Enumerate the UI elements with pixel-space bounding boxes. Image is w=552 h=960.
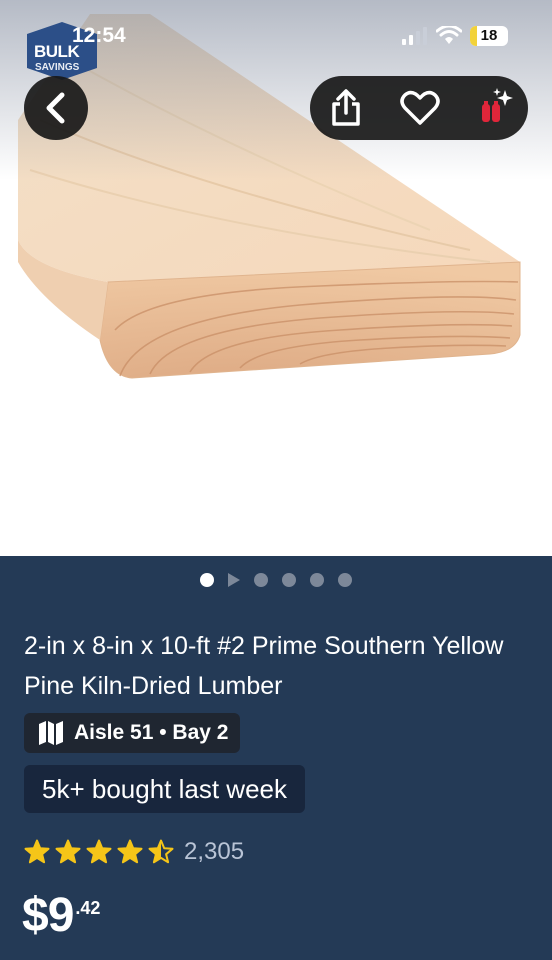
image-carousel-indicator (0, 572, 552, 588)
star-icon (55, 839, 81, 864)
battery-level: 18 (480, 27, 498, 44)
carousel-dot[interactable] (310, 573, 324, 587)
rating-stars (24, 839, 174, 865)
bought-last-week-text: 5k+ bought last week (42, 773, 287, 804)
star-icon (24, 839, 50, 864)
carousel-dot[interactable] (200, 573, 214, 587)
share-icon (332, 89, 360, 126)
star-icon (86, 839, 112, 864)
bought-last-week-badge: 5k+ bought last week (24, 765, 305, 813)
review-count[interactable]: 2,305 (184, 838, 244, 866)
ai-assistant-button[interactable] (462, 76, 526, 140)
share-button[interactable] (314, 76, 378, 140)
product-title: 2-in x 8-in x 10-ft #2 Prime Southern Ye… (24, 632, 504, 700)
map-icon (39, 721, 63, 745)
status-time: 12:54 (72, 24, 126, 47)
status-icons: 18 (402, 26, 508, 46)
rating-row[interactable]: 2,305 (24, 838, 244, 866)
carousel-dot[interactable] (254, 573, 268, 587)
signal-icon (402, 27, 427, 45)
favorite-button[interactable] (388, 76, 452, 140)
badge-line2: SAVINGS (35, 62, 80, 73)
battery-icon: 18 (470, 26, 508, 46)
star-icon (117, 839, 143, 864)
carousel-dot[interactable] (282, 573, 296, 587)
sparkle-icon (482, 88, 513, 122)
chevron-left-icon (46, 92, 65, 124)
heart-icon (400, 90, 440, 125)
wifi-icon (436, 26, 462, 44)
aisle-location-chip[interactable]: Aisle 51 • Bay 2 (24, 713, 241, 753)
carousel-dot[interactable] (338, 573, 352, 587)
price-dollars: $9 (22, 889, 74, 942)
product-actions (310, 76, 528, 140)
price-cents: .42 (75, 898, 101, 918)
price: $9 .42 (22, 884, 100, 948)
star-icon (148, 839, 174, 864)
product-image-area[interactable]: BULK SAVINGS 12:54 18 (0, 0, 552, 556)
back-button[interactable] (24, 76, 88, 140)
aisle-location-text: Aisle 51 • Bay 2 (74, 721, 229, 744)
carousel-video-indicator[interactable] (228, 573, 240, 587)
